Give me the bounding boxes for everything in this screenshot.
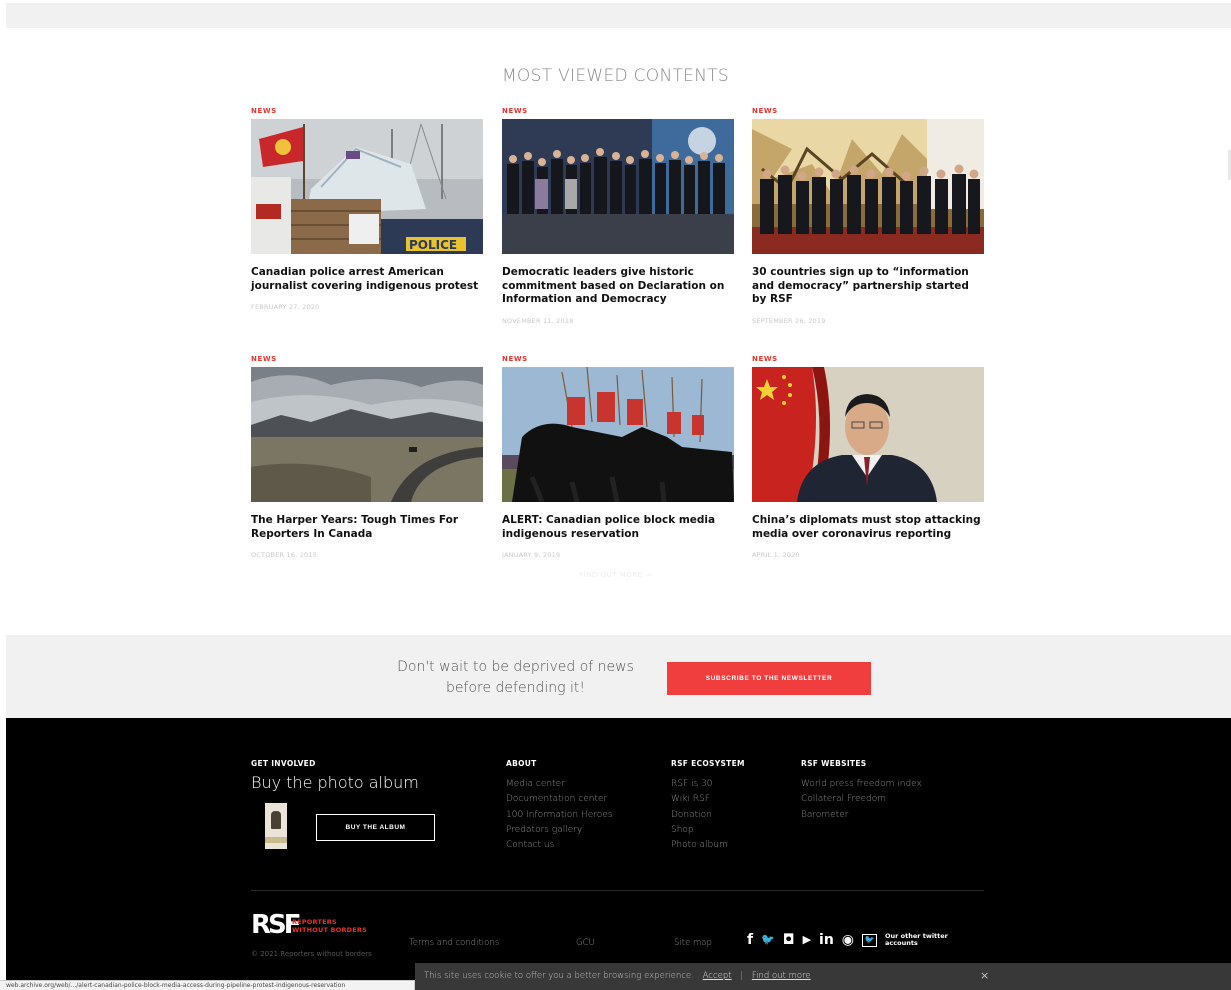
footer-link[interactable]: Shop xyxy=(671,823,728,838)
news-headline[interactable]: 30 countries sign up to “information and… xyxy=(752,266,984,307)
footer-link[interactable]: Wiki RSF xyxy=(671,792,728,807)
cookie-separator: | xyxy=(740,971,744,981)
news-thumbnail[interactable] xyxy=(752,367,984,502)
footer-heading-ecosystem: RSF ECOSYSTEM xyxy=(671,759,745,768)
cookie-banner: This site uses cookie to offer you a bet… xyxy=(415,963,1231,990)
footer-websites-list: World press freedom index Collateral Fre… xyxy=(801,777,922,823)
cookie-find-out-more-link[interactable]: Find out more xyxy=(752,971,811,981)
news-thumbnail[interactable] xyxy=(502,119,734,254)
news-tag[interactable]: NEWS xyxy=(251,107,483,119)
diplomat-interview-image xyxy=(752,367,984,502)
copyright-text: © 2021 Reporters without borders xyxy=(251,950,372,958)
sitemap-link[interactable]: Site map xyxy=(674,938,712,948)
photo-album-title: Buy the photo album xyxy=(251,773,419,792)
browser-status-bar: web.archive.org/web/.../alert-canadian-p… xyxy=(0,980,415,990)
footer-divider xyxy=(251,890,984,891)
news-thumbnail[interactable] xyxy=(251,367,483,502)
news-headline[interactable]: China’s diplomats must stop attacking me… xyxy=(752,514,984,541)
other-twitter-accounts-link[interactable]: Our other twitter accounts xyxy=(885,932,955,948)
footer-link[interactable]: Donation xyxy=(671,808,728,823)
news-headline[interactable]: Canadian police arrest American journali… xyxy=(251,266,483,293)
footer-link[interactable]: Collateral Freedom xyxy=(801,792,922,807)
facebook-icon[interactable]: f xyxy=(747,932,753,948)
news-tag[interactable]: NEWS xyxy=(752,355,984,367)
leaders-stage-image xyxy=(502,119,734,254)
footer-link[interactable]: Predators gallery xyxy=(506,823,613,838)
guernica-signing-image xyxy=(752,119,984,254)
footer-link[interactable]: World press freedom index xyxy=(801,777,922,792)
news-card[interactable]: NEWS xyxy=(502,107,734,325)
news-card[interactable]: NEWS ALERT: Canadian police block media … xyxy=(502,355,734,559)
news-headline[interactable]: ALERT: Canadian police block media indig… xyxy=(502,514,734,541)
news-tag[interactable]: NEWS xyxy=(502,355,734,367)
news-date: JANUARY 9, 2019 xyxy=(502,551,561,559)
section-title: MOST VIEWED CONTENTS xyxy=(501,66,730,86)
find-out-more-link[interactable]: FIND OUT MORE → xyxy=(0,571,1231,579)
news-tag[interactable]: NEWS xyxy=(752,107,984,119)
linkedin-icon[interactable]: in xyxy=(819,932,834,948)
subscribe-newsletter-button[interactable]: SUBSCRIBE TO THE NEWSLETTER xyxy=(667,662,871,695)
newsletter-text: Don't wait to be deprived of news before… xyxy=(397,659,634,696)
footer-link[interactable]: Barometer xyxy=(801,808,922,823)
cookie-message: This site uses cookie to offer you a bet… xyxy=(424,971,811,981)
news-card[interactable]: NEWS The Harper Years: Tough Times For R… xyxy=(251,355,483,559)
footer-link[interactable]: Documentation center xyxy=(506,792,613,807)
footer-heading-about: ABOUT xyxy=(506,759,537,768)
rsf-logo-text: REPORTERS WITHOUT BORDERS xyxy=(292,918,367,934)
news-card[interactable]: NEWS POLICE Canadian police arrest Ameri… xyxy=(251,107,483,311)
svg-text:POLICE: POLICE xyxy=(409,238,457,252)
news-headline[interactable]: The Harper Years: Tough Times For Report… xyxy=(251,514,483,541)
newsletter-banner: Don't wait to be deprived of news before… xyxy=(6,635,1231,718)
news-date: FEBRUARY 27, 2020 xyxy=(251,303,320,311)
social-links: f 🐦 ◘ ▶ in ◉ 🐦 Our other twitter account… xyxy=(747,930,955,950)
landscape-road-image xyxy=(251,367,483,502)
footer-link[interactable]: Contact us xyxy=(506,838,613,853)
top-header-strip xyxy=(6,3,1231,28)
footer-link[interactable]: Photo album xyxy=(671,838,728,853)
site-footer: GET INVOLVED Buy the photo album BUY THE… xyxy=(6,718,1231,990)
footer-link[interactable]: RSF is 30 xyxy=(671,777,728,792)
footer-link[interactable]: Media center xyxy=(506,777,613,792)
cookie-accept-link[interactable]: Accept xyxy=(703,971,732,981)
footer-about-list: Media center Documentation center 100 In… xyxy=(506,777,613,853)
footer-heading-websites: RSF WEBSITES xyxy=(801,759,867,768)
mounted-police-image xyxy=(502,367,734,502)
news-card[interactable]: NEWS xyxy=(752,107,984,325)
news-thumbnail[interactable] xyxy=(502,367,734,502)
news-headline[interactable]: Democratic leaders give historic commitm… xyxy=(502,266,734,307)
news-date: APRIL 1, 2020 xyxy=(752,551,800,559)
footer-link[interactable]: 100 Information Heroes xyxy=(506,808,613,823)
instagram-icon[interactable]: ◘ xyxy=(783,932,795,948)
rss-icon[interactable]: ◉ xyxy=(842,932,854,948)
news-date: OCTOBER 16, 2015 xyxy=(251,551,318,559)
news-date: NOVEMBER 11, 2018 xyxy=(502,316,574,325)
youtube-icon[interactable]: ▶ xyxy=(803,932,811,948)
news-tag[interactable]: NEWS xyxy=(251,355,483,367)
twitter-box-icon[interactable]: 🐦 xyxy=(862,933,878,947)
rsf-logo[interactable]: RSF REPORTERS WITHOUT BORDERS xyxy=(251,911,371,943)
twitter-icon[interactable]: 🐦 xyxy=(761,932,775,948)
cookie-text: This site uses cookie to offer you a bet… xyxy=(424,971,694,981)
terms-link[interactable]: Terms and conditions xyxy=(409,938,499,948)
news-card[interactable]: NEWS China’s diplomats must stop attacki… xyxy=(752,355,984,559)
news-thumbnail[interactable] xyxy=(752,119,984,254)
footer-heading-get-involved: GET INVOLVED xyxy=(251,759,316,768)
gcu-link[interactable]: GCU xyxy=(576,938,595,948)
news-date: SEPTEMBER 26, 2019 xyxy=(752,316,826,325)
close-icon[interactable]: × xyxy=(980,969,989,982)
buy-album-button[interactable]: BUY THE ALBUM xyxy=(316,814,435,841)
news-tag[interactable]: NEWS xyxy=(502,107,734,119)
news-thumbnail[interactable]: POLICE xyxy=(251,119,483,254)
protest-camp-image: POLICE xyxy=(251,119,483,254)
photo-album-cover[interactable] xyxy=(265,803,287,849)
footer-ecosystem-list: RSF is 30 Wiki RSF Donation Shop Photo a… xyxy=(671,777,728,853)
